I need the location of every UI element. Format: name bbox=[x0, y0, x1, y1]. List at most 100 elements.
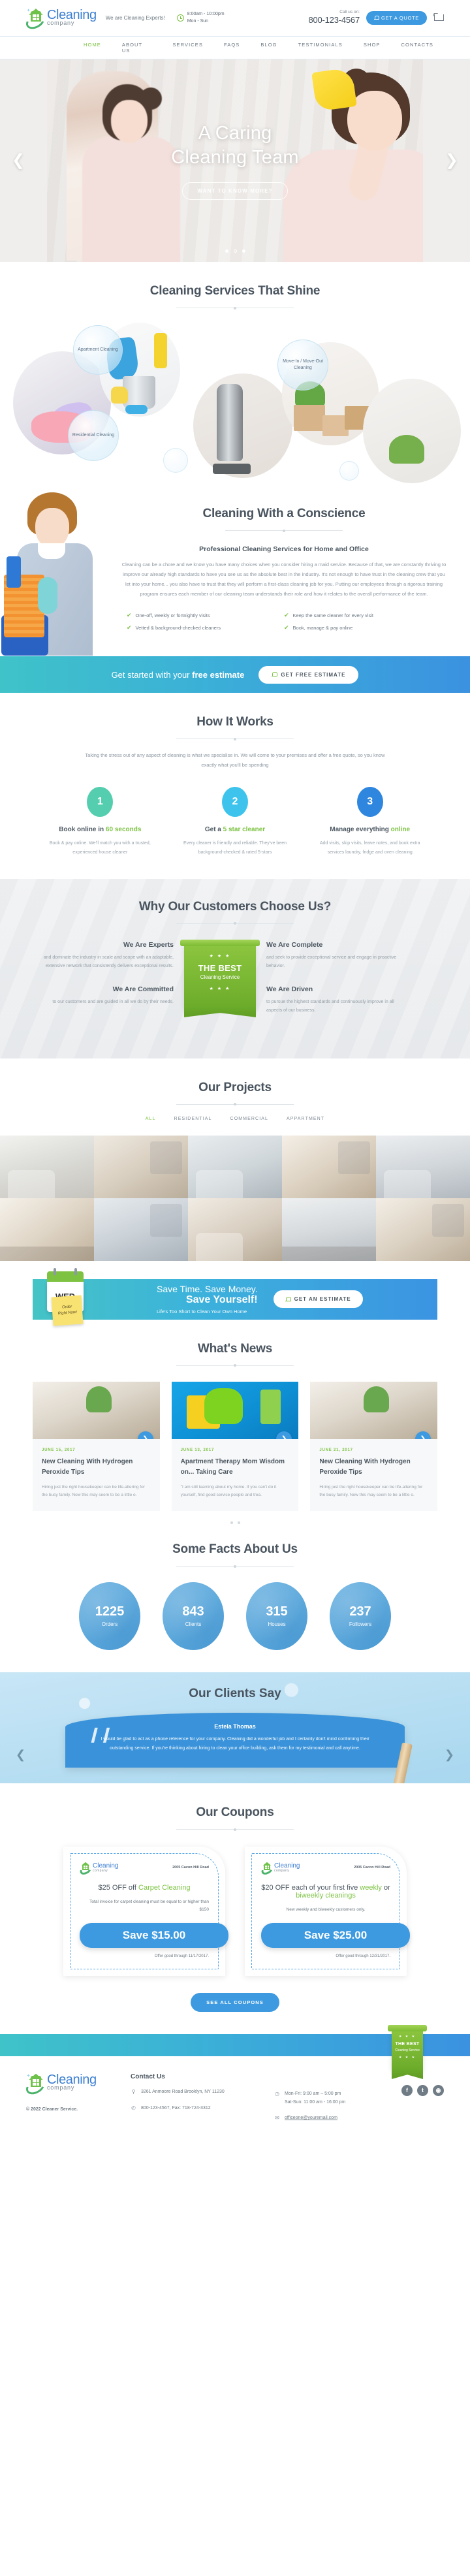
hero-prev-arrow[interactable]: ❮ bbox=[12, 153, 25, 168]
maid-photo bbox=[1, 491, 101, 656]
news-title[interactable]: New Cleaning With Hydrogen Peroxide Tips bbox=[319, 1457, 428, 1478]
hours-line-1: 8:00am - 10:00pm bbox=[187, 12, 225, 16]
project-thumb[interactable] bbox=[376, 1135, 470, 1198]
project-tab-residential[interactable]: RESIDENTIAL bbox=[174, 1117, 212, 1121]
bell-icon bbox=[374, 16, 379, 20]
how-it-works-title: How It Works bbox=[196, 715, 274, 729]
service-bubble-residential[interactable]: Residential Cleaning bbox=[68, 410, 119, 461]
project-thumb[interactable] bbox=[282, 1198, 376, 1261]
nav-item-testimonials[interactable]: TESTIMONIALS bbox=[288, 42, 353, 54]
fact-number: 843 bbox=[182, 1604, 204, 1619]
testimonial-next-arrow[interactable]: ❯ bbox=[445, 1748, 454, 1762]
news-date: JUNE 13, 2017 bbox=[180, 1448, 215, 1452]
news-read-more-arrow[interactable]: ❯ bbox=[137, 1431, 153, 1439]
footer-phone[interactable]: 800-123-4567, Fax: 718-724-3312 bbox=[141, 2105, 211, 2113]
hours-line-2: Mon - Sun bbox=[187, 18, 209, 24]
get-an-estimate-button[interactable]: GET AN ESTIMATE bbox=[273, 1290, 363, 1309]
project-tab-commercial[interactable]: COMMERCIAL bbox=[230, 1117, 268, 1121]
coupon-title-b: weekly bbox=[360, 1884, 382, 1892]
hero-dot-2[interactable] bbox=[233, 249, 237, 253]
step-number-badge: 3 bbox=[356, 787, 383, 818]
step-description: Book & pay online. We'll match you with … bbox=[49, 841, 151, 855]
bell-icon bbox=[285, 1296, 291, 1302]
news-read-more-arrow[interactable]: ❯ bbox=[276, 1431, 292, 1439]
project-tab-appartment[interactable]: APPARTMENT bbox=[287, 1117, 324, 1121]
news-card: ❯ JUNE 15, 2017 New Cleaning With Hydrogen… bbox=[33, 1381, 160, 1512]
service-bubble-apartment[interactable]: Apartment Cleaning bbox=[73, 325, 123, 375]
project-thumb[interactable] bbox=[0, 1135, 94, 1198]
get-an-estimate-label: GET AN ESTIMATE bbox=[294, 1296, 351, 1303]
why-choose-title: Why Our Customers Choose Us? bbox=[138, 899, 332, 914]
conscience-section: Cleaning With a Conscience Professional … bbox=[0, 487, 470, 656]
testimonials-title: Our Clients Say bbox=[189, 1687, 281, 1701]
footer-logo[interactable]: ✦ Cleaning company bbox=[24, 2073, 124, 2097]
header-call: Call us on: 800-123-4567 bbox=[308, 10, 360, 26]
nav-item-services[interactable]: SERVICES bbox=[162, 42, 213, 54]
coupon-save-button[interactable]: Save $25.00 bbox=[261, 1922, 410, 1948]
see-all-coupons-button[interactable]: SEE ALL COUPONS bbox=[191, 1992, 279, 2012]
project-thumb[interactable] bbox=[0, 1198, 94, 1261]
news-excerpt: Hiring just the right housekeeper can be… bbox=[319, 1484, 423, 1497]
feature-tick-label: Keep the same cleaner for every visit bbox=[292, 612, 373, 618]
hero-dot-3[interactable] bbox=[242, 249, 245, 253]
badge-subtitle: Cleaning Service bbox=[200, 974, 240, 980]
project-thumb[interactable] bbox=[94, 1135, 188, 1198]
logo-subname: company bbox=[274, 1868, 290, 1873]
why-item-heading: We Are Committed bbox=[112, 985, 174, 993]
project-thumb[interactable] bbox=[94, 1198, 188, 1261]
project-thumb[interactable] bbox=[188, 1198, 282, 1261]
nav-item-blog[interactable]: BLOG bbox=[250, 42, 287, 54]
news-thumbnail: ❯ bbox=[310, 1381, 438, 1439]
step-title-a: Manage everything bbox=[330, 826, 391, 834]
nav-item-faqs[interactable]: FAQS bbox=[213, 42, 250, 54]
header-phone[interactable]: 800-123-4567 bbox=[308, 15, 360, 25]
conscience-title: Cleaning With a Conscience bbox=[202, 507, 366, 520]
project-tab-all[interactable]: ALL bbox=[146, 1117, 156, 1121]
get-free-estimate-button[interactable]: GET FREE ESTIMATE bbox=[258, 665, 359, 684]
project-thumb[interactable] bbox=[376, 1198, 470, 1261]
hero-dot-1[interactable] bbox=[225, 249, 228, 253]
instagram-icon[interactable]: ◉ bbox=[433, 2084, 444, 2096]
how-it-works-lead: Taking the stress out of any aspect of c… bbox=[85, 752, 385, 768]
check-icon: ✔ bbox=[284, 624, 289, 631]
step-title-b: 60 seconds bbox=[105, 826, 142, 834]
coupon-title-d: biweekly cleanings bbox=[296, 1892, 356, 1900]
hero-next-arrow[interactable]: ❯ bbox=[445, 153, 458, 168]
nav-item-shop[interactable]: SHOP bbox=[353, 42, 391, 54]
news-thumbnail: ❯ bbox=[171, 1381, 299, 1439]
bell-icon bbox=[272, 672, 278, 677]
facebook-icon[interactable]: f bbox=[401, 2084, 413, 2096]
hero-dots bbox=[0, 249, 470, 253]
clock-icon: ◷ bbox=[275, 2090, 279, 2097]
news-title[interactable]: New Cleaning With Hydrogen Peroxide Tips bbox=[42, 1457, 151, 1478]
hero-cta-button[interactable]: WANT TO KNOW MORE? bbox=[182, 182, 288, 200]
clock-icon bbox=[176, 14, 184, 22]
twitter-icon[interactable]: t bbox=[417, 2084, 428, 2096]
coupon-address: 2005 Cacon Hill Road bbox=[354, 1866, 390, 1870]
cart-icon[interactable] bbox=[433, 13, 444, 24]
why-item-heading: We Are Driven bbox=[266, 985, 313, 993]
service-bubble-movein-moveout[interactable]: Move-In / Move-Out Cleaning bbox=[277, 340, 328, 390]
nav-item-about-us[interactable]: ABOUT US bbox=[112, 42, 162, 54]
site-logo[interactable]: ✦ Cleaning company bbox=[24, 8, 97, 32]
get-a-quote-button[interactable]: GET A QUOTE bbox=[366, 11, 427, 25]
news-read-more-arrow[interactable]: ❯ bbox=[415, 1431, 431, 1439]
footer-email[interactable]: officeone@youremail.com bbox=[285, 2114, 337, 2123]
step-number-badge: 2 bbox=[222, 787, 248, 818]
news-title[interactable]: Apartment Therapy Mom Wisdom on... Takin… bbox=[181, 1457, 290, 1478]
testimonial-prev-arrow[interactable]: ❮ bbox=[16, 1748, 25, 1762]
project-thumb[interactable] bbox=[188, 1135, 282, 1198]
coupon-expiry: Offer good through 11/17/2017. bbox=[154, 1954, 209, 1958]
project-thumb[interactable] bbox=[282, 1135, 376, 1198]
section-divider bbox=[176, 922, 294, 925]
nav-item-contacts[interactable]: CONTACTS bbox=[391, 42, 445, 54]
services-section: Cleaning Services That Shine bbox=[0, 262, 470, 311]
news-dot-2[interactable] bbox=[237, 1521, 240, 1525]
coupon-save-button[interactable]: Save $15.00 bbox=[80, 1922, 228, 1948]
save-banner-line-1: Save Time. Save Money. bbox=[157, 1284, 258, 1295]
step-title-a: Book online in bbox=[59, 826, 106, 834]
news-dot-1[interactable] bbox=[230, 1521, 233, 1525]
services-bubbles: Apartment Cleaning Residential Cleaning … bbox=[0, 311, 470, 487]
nav-item-home[interactable]: HOME bbox=[73, 42, 112, 54]
badge-stars-bottom: ★ ★ ★ bbox=[398, 2055, 416, 2059]
